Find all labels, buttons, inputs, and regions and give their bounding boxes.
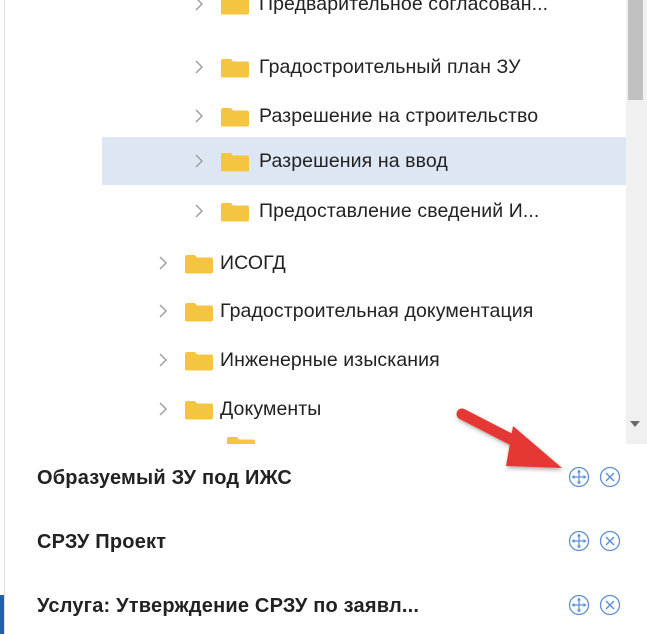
- left-accent-bar: [0, 595, 4, 634]
- folder-icon: [220, 152, 250, 172]
- layer-title: Образуемый ЗУ под ИЖС: [37, 466, 293, 489]
- chevron-right-icon[interactable]: [194, 58, 208, 76]
- tree-item-label: Инженерные изыскания: [220, 348, 440, 371]
- red-arrow-icon: [456, 408, 562, 468]
- folder-icon: [220, 58, 250, 78]
- layer-title: СРЗУ Проект: [37, 530, 167, 553]
- move-icon[interactable]: [568, 594, 590, 616]
- tree-item-label: Разрешение на строительство: [259, 104, 539, 127]
- close-circle-icon[interactable]: [599, 530, 621, 552]
- tree-item-label: Предоставление сведений И...: [259, 199, 540, 222]
- tree-item[interactable]: Градостроительная документация: [158, 287, 628, 335]
- chevron-right-icon[interactable]: [158, 254, 172, 272]
- folder-icon: [184, 254, 214, 274]
- chevron-right-icon[interactable]: [194, 152, 208, 170]
- close-circle-icon[interactable]: [599, 594, 621, 616]
- folder-icon: [184, 400, 214, 420]
- tree-item[interactable]: ИСОГД: [158, 239, 628, 287]
- tree-item[interactable]: Предварительное согласован...: [194, 0, 624, 28]
- tree-item-label: Документы: [220, 397, 322, 420]
- chevron-right-icon[interactable]: [158, 351, 172, 369]
- tree-item-label: Градостроительный план ЗУ: [259, 55, 521, 78]
- chevron-right-icon[interactable]: [158, 302, 172, 320]
- chevron-right-icon[interactable]: [194, 0, 208, 13]
- folder-tree: Предварительное согласован... Градострои…: [102, 0, 647, 444]
- tree-item[interactable]: Предоставление сведений И...: [194, 187, 624, 235]
- folder-icon: [184, 302, 214, 322]
- tree-item[interactable]: Градостроительный план ЗУ: [194, 43, 624, 91]
- tree-item-selected[interactable]: Разрешения на ввод: [102, 137, 626, 185]
- tree-item-label: ИСОГД: [220, 251, 286, 274]
- folder-icon: [220, 107, 250, 127]
- layer-title: Услуга: Утверждение СРЗУ по заявл...: [37, 594, 420, 617]
- scroll-down-icon[interactable]: [630, 421, 640, 427]
- move-icon[interactable]: [568, 530, 590, 552]
- tree-item[interactable]: Разрешение на строительство: [194, 92, 624, 140]
- chevron-right-icon[interactable]: [158, 400, 172, 418]
- chevron-right-icon[interactable]: [194, 202, 208, 220]
- folder-icon: [226, 436, 256, 444]
- layer-item: Услуга: Утверждение СРЗУ по заявл...: [5, 574, 647, 634]
- folder-icon: [220, 202, 250, 222]
- tree-item-label: Разрешения на ввод: [259, 149, 448, 172]
- folder-icon: [184, 351, 214, 371]
- tree-item-label: Градостроительная документация: [220, 299, 534, 322]
- tree-item[interactable]: Инженерные изыскания: [158, 336, 628, 384]
- tree-item-label: Предварительное согласован...: [259, 0, 549, 15]
- scrollbar-thumb[interactable]: [628, 0, 643, 100]
- layer-item: СРЗУ Проект: [5, 510, 647, 574]
- chevron-right-icon[interactable]: [194, 107, 208, 125]
- folder-icon: [220, 0, 250, 15]
- tree-scrollbar[interactable]: [626, 0, 647, 444]
- close-circle-icon[interactable]: [599, 466, 621, 488]
